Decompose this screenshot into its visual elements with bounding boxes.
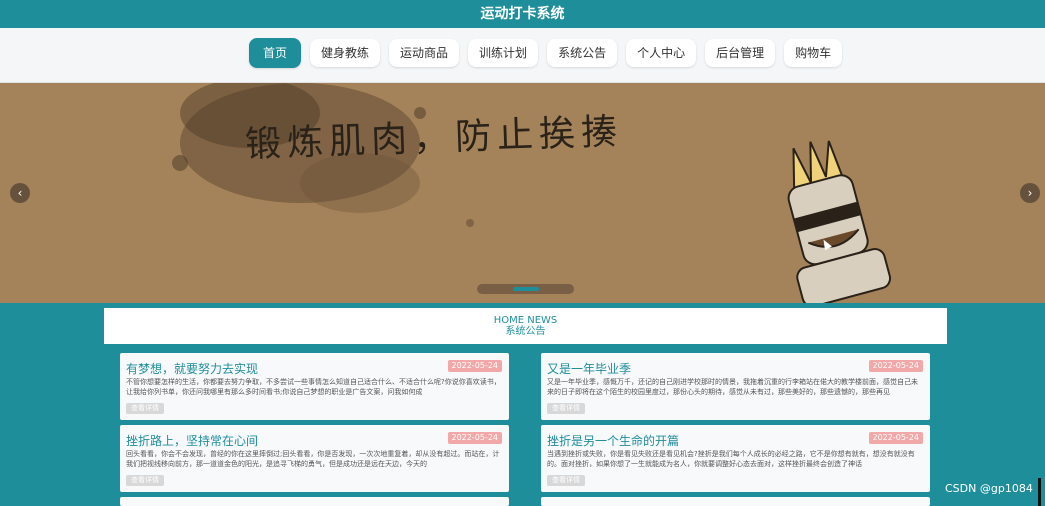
view-details-button[interactable]: 查看详情 bbox=[547, 403, 585, 414]
news-header-en: HOME NEWS bbox=[493, 315, 558, 326]
news-card-date: 2022-05-24 bbox=[868, 432, 923, 444]
news-card-title[interactable]: 有梦想，就要努力去实现 bbox=[126, 360, 258, 377]
view-details-button[interactable]: 查看详情 bbox=[547, 475, 585, 486]
watermark: CSDN @gp1084 bbox=[945, 482, 1033, 495]
nav-item-training-plan[interactable]: 训练计划 bbox=[468, 39, 539, 67]
news-card[interactable]: 挫折是另一个生命的开篇 2022-05-24 当遇到挫折或失败，你是看见失败还是… bbox=[541, 425, 930, 492]
news-card-excerpt: 不管你想要怎样的生活，你都要去努力争取，不多尝试一些事情怎么知道自己适合什么、不… bbox=[126, 378, 501, 396]
nav-item-sports-goods[interactable]: 运动商品 bbox=[389, 39, 460, 67]
nav-item-announcements[interactable]: 系统公告 bbox=[547, 39, 618, 67]
news-section-header: HOME NEWS 系统公告 bbox=[104, 308, 947, 344]
chevron-right-icon[interactable]: › bbox=[1020, 183, 1040, 203]
chevron-left-icon[interactable]: ‹ bbox=[10, 183, 30, 203]
carousel-indicator[interactable] bbox=[477, 284, 574, 294]
banner-carousel[interactable]: 锻炼肌肉，防止挨揍 ‹ › bbox=[0, 83, 1045, 303]
news-card-date: 2022-05-24 bbox=[447, 432, 502, 444]
app-title: 运动打卡系统 bbox=[0, 0, 1045, 28]
nav-item-home[interactable]: 首页 bbox=[249, 38, 302, 68]
nav-list: 首页 健身教练 运动商品 训练计划 系统公告 个人中心 后台管理 购物车 bbox=[249, 38, 843, 68]
view-details-button[interactable]: 查看详情 bbox=[126, 475, 164, 486]
nav-item-cart[interactable]: 购物车 bbox=[784, 39, 843, 67]
news-card-title[interactable]: 挫折是另一个生命的开篇 bbox=[547, 432, 679, 449]
screen-edge bbox=[1038, 478, 1041, 506]
news-card-excerpt: 当遇到挫折或失败，你是看见失败还是看见机会?挫折是我们每个人成长的必经之路，它不… bbox=[547, 450, 915, 468]
news-card-excerpt: 又是一年毕业季，感慨万千，还记的自己刚进学校那时的情景，我拖着沉重的行李箱站在偌… bbox=[547, 378, 918, 396]
news-card-excerpt: 回头看看，你会不会发现，曾经的你在这里摔倒过;回头看看，你是否发现，一次次地重复… bbox=[126, 450, 500, 468]
top-nav: 首页 健身教练 运动商品 训练计划 系统公告 个人中心 后台管理 购物车 bbox=[0, 28, 1045, 83]
news-header-cn: 系统公告 bbox=[505, 326, 546, 337]
news-card-title[interactable]: 挫折路上，坚持常在心间 bbox=[126, 432, 258, 449]
news-card-date: 2022-05-24 bbox=[868, 360, 923, 372]
nav-item-admin[interactable]: 后台管理 bbox=[705, 39, 776, 67]
carousel-indicator-active bbox=[513, 287, 539, 291]
news-card[interactable]: 挫折路上，坚持常在心间 2022-05-24 回头看看，你会不会发现，曾经的你在… bbox=[120, 425, 509, 492]
news-card[interactable]: 有梦想，就要努力去实现 2022-05-24 不管你想要怎样的生活，你都要去努力… bbox=[120, 353, 509, 420]
nav-item-fitness-coach[interactable]: 健身教练 bbox=[310, 39, 381, 67]
news-card-partial[interactable] bbox=[120, 497, 509, 506]
news-card-title[interactable]: 又是一年毕业季 bbox=[547, 360, 631, 377]
news-card-partial[interactable] bbox=[541, 497, 930, 506]
news-card-date: 2022-05-24 bbox=[447, 360, 502, 372]
news-card[interactable]: 又是一年毕业季 2022-05-24 又是一年毕业季，感慨万千，还记的自己刚进学… bbox=[541, 353, 930, 420]
nav-item-profile[interactable]: 个人中心 bbox=[626, 39, 697, 67]
view-details-button[interactable]: 查看详情 bbox=[126, 403, 164, 414]
